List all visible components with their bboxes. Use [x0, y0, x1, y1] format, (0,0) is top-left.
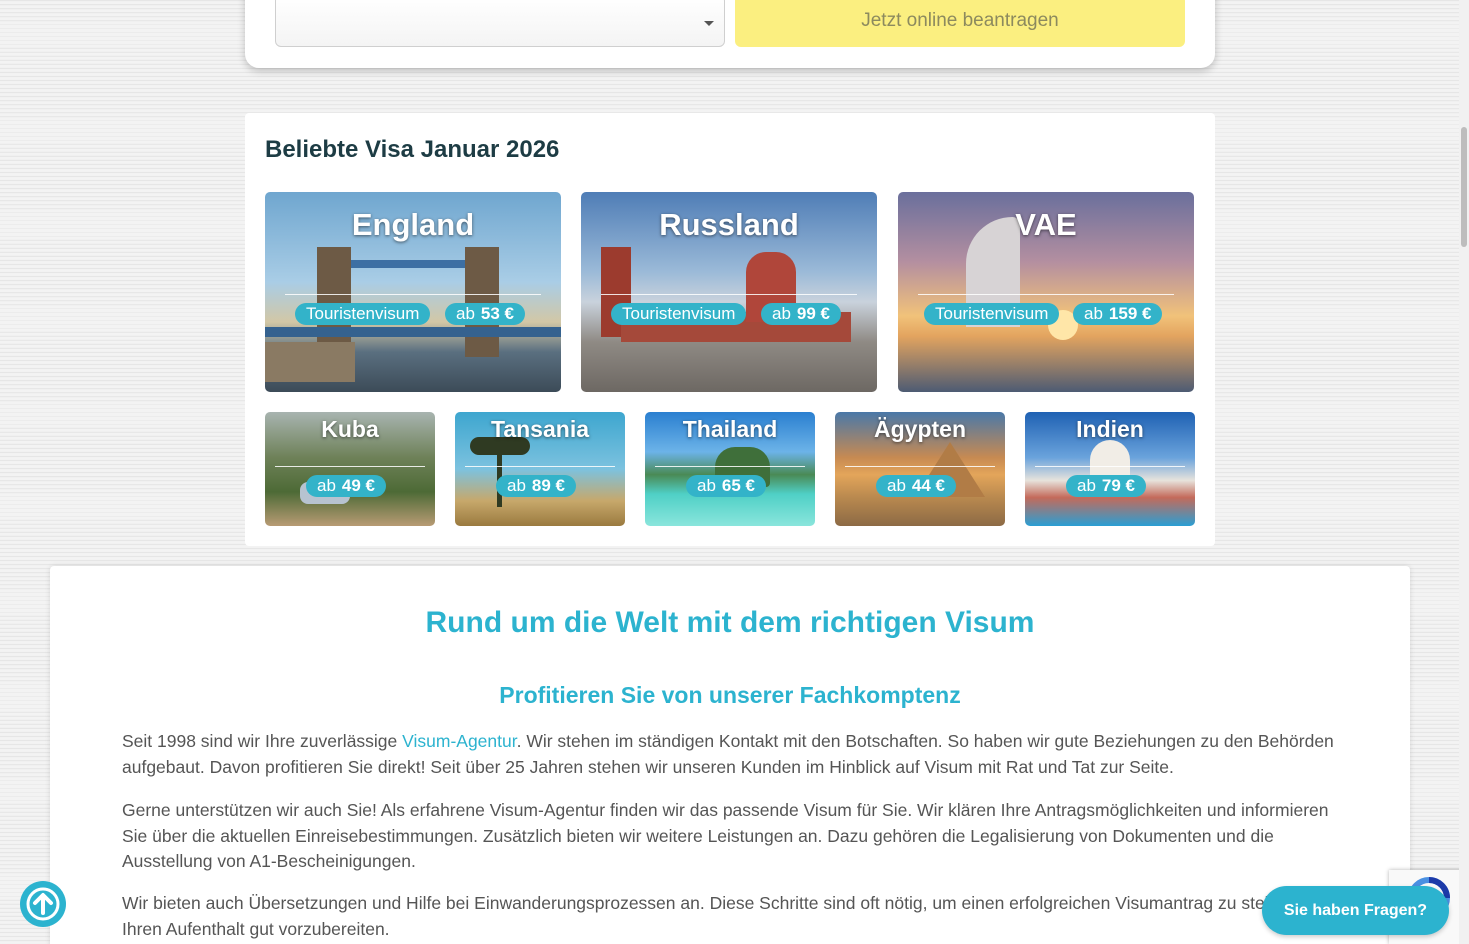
tile-russland-price: 99 €: [796, 304, 831, 323]
tile-kuba-ab: ab: [317, 476, 336, 495]
tile-thailand-price: 65 €: [721, 476, 756, 495]
scrollbar[interactable]: [1459, 0, 1469, 944]
chat-questions-button[interactable]: Sie haben Fragen?: [1262, 886, 1449, 935]
popular-visa-card: Beliebte Visa Januar 2026 England Touris…: [245, 113, 1215, 546]
tile-tansania[interactable]: Tansania ab 89 €: [455, 412, 625, 526]
tile-tansania-name: Tansania: [491, 416, 589, 442]
popular-visa-title: Beliebte Visa Januar 2026: [265, 136, 559, 164]
tile-russland-ab: ab: [772, 304, 791, 323]
tile-indien-name: Indien: [1076, 416, 1144, 442]
tile-aegypten[interactable]: Ägypten ab 44 €: [835, 412, 1005, 526]
tile-kuba-price-pill: ab 49 €: [306, 475, 387, 497]
tile-aegypten-ab: ab: [887, 476, 906, 495]
tile-england-price: 53 €: [480, 304, 515, 323]
info-paragraph-1: Seit 1998 sind wir Ihre zuverlässige Vis…: [122, 729, 1347, 780]
tile-thailand-price-pill: ab 65 €: [686, 475, 767, 497]
tile-england-price-pill: ab 53 €: [445, 303, 526, 325]
tile-vae-type: Touristenvisum: [924, 303, 1060, 325]
tile-england-type: Touristenvisum: [295, 303, 431, 325]
application-form-card: Jetzt online beantragen: [245, 0, 1215, 68]
info-paragraph-2: Gerne unterstützen wir auch Sie! Als erf…: [122, 800, 1329, 871]
tile-thailand-name: Thailand: [682, 416, 778, 442]
tile-kuba-name: Kuba: [321, 416, 379, 442]
tile-england-name: England: [351, 207, 475, 242]
visum-agentur-link[interactable]: Visum-Agentur: [402, 731, 516, 751]
scroll-to-top-button[interactable]: [20, 881, 66, 927]
tile-aegypten-name: Ägypten: [874, 416, 966, 442]
tile-vae-price-pill: ab 159 €: [1073, 303, 1163, 325]
tile-indien-ab: ab: [1077, 476, 1096, 495]
tile-england-ab: ab: [456, 304, 475, 323]
tile-tansania-price-pill: ab 89 €: [496, 475, 577, 497]
taj-mahal-image: [1090, 440, 1130, 480]
tile-russland-name: Russland: [659, 207, 799, 242]
visa-select[interactable]: [275, 0, 725, 47]
tile-indien-price-pill: ab 79 €: [1066, 475, 1147, 497]
tile-kuba-price: 49 €: [341, 476, 376, 495]
popular-visa-title-date: Januar 2026: [420, 136, 560, 163]
tile-kuba[interactable]: Kuba ab 49 €: [265, 412, 435, 526]
tile-thailand-ab: ab: [697, 476, 716, 495]
chevron-down-icon: [704, 21, 714, 26]
popular-visa-title-bold: Beliebte Visa: [265, 136, 414, 163]
tile-vae[interactable]: VAE Touristenvisum ab 159 €: [898, 192, 1194, 392]
info-paragraph-1-start: Seit 1998 sind wir Ihre zuverlässige: [122, 731, 403, 751]
tile-russland[interactable]: Russland Touristenvisum ab 99 €: [581, 192, 877, 392]
tile-aegypten-price-pill: ab 44 €: [876, 475, 957, 497]
info-card: Rund um die Welt mit dem richtigen Visum…: [50, 566, 1410, 944]
tile-tansania-ab: ab: [507, 476, 526, 495]
apply-online-button[interactable]: Jetzt online beantragen: [735, 0, 1185, 47]
info-title: Rund um die Welt mit dem richtigen Visum: [425, 606, 1035, 639]
tile-russland-type: Touristenvisum: [611, 303, 747, 325]
tile-aegypten-price: 44 €: [911, 476, 946, 495]
info-subtitle: Profitieren Sie von unserer Fachkomptenz: [499, 682, 961, 708]
tile-russland-price-pill: ab 99 €: [761, 303, 842, 325]
tile-thailand[interactable]: Thailand ab 65 €: [645, 412, 815, 526]
scrollbar-thumb[interactable]: [1461, 127, 1467, 247]
tile-indien-price: 79 €: [1101, 476, 1136, 495]
tile-england[interactable]: England Touristenvisum ab 53 €: [265, 192, 561, 392]
tile-indien[interactable]: Indien ab 79 €: [1025, 412, 1195, 526]
tile-vae-ab: ab: [1084, 304, 1103, 323]
tile-vae-price: 159 €: [1108, 304, 1152, 323]
info-paragraph-3: Wir bieten auch Übersetzungen und Hilfe …: [122, 893, 1332, 939]
bridge-image: [317, 247, 351, 357]
tile-tansania-price: 89 €: [531, 476, 566, 495]
arrow-up-icon: [26, 887, 60, 921]
tile-vae-name: VAE: [1015, 207, 1077, 242]
